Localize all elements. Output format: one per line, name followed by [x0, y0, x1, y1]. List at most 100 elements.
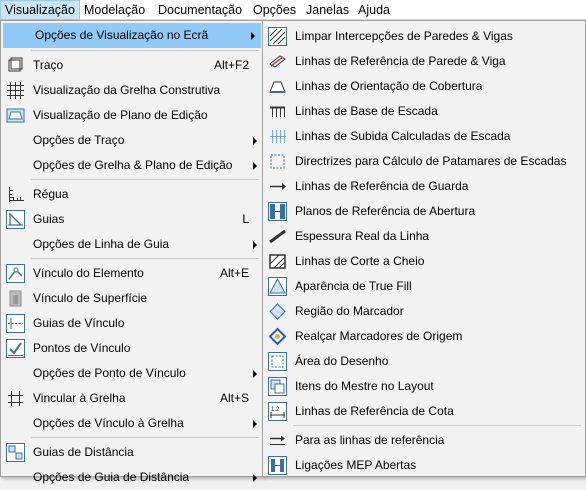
menu-item-label: Opções de Ponto de Vínculo — [33, 366, 186, 380]
menu-item-snap-points[interactable]: Pontos de Vínculo — [1, 336, 263, 361]
submenu-item-landing-guidelines[interactable]: Directrizes para Cálculo de Patamares de… — [263, 149, 585, 174]
menu-item-label: Vínculo de Superfície — [33, 291, 148, 305]
menu-item-label: Traço — [33, 58, 64, 72]
menu-item-snap-point-options[interactable]: Opções de Ponto de Vínculo — [1, 361, 263, 386]
menu-item-guide-line-options[interactable]: Opções de Linha de Guia — [1, 232, 263, 257]
shortcut-label: Alt+F2 — [213, 58, 249, 72]
menu-item-edit-plane[interactable]: Visualização de Plano de Edição — [1, 103, 263, 128]
open-mep-connections-icon — [268, 456, 287, 475]
menu-item-guides[interactable]: Guias L — [1, 207, 263, 232]
menu-item-trace-options[interactable]: Opções de Traço — [1, 128, 263, 153]
menu-item-label: Visualização de Plano de Edição — [33, 108, 208, 122]
submenu-item-highlight-source-markers[interactable]: Realçar Marcadores de Origem — [263, 324, 585, 349]
roof-pivot-lines-icon — [268, 77, 287, 96]
menu-item-grid-edit-plane-options[interactable]: Opções de Grelha & Plano de Edição — [1, 153, 263, 178]
submenu-arrow-icon — [253, 241, 257, 249]
submenu-item-master-items-on-layout[interactable]: Itens do Mestre no Layout — [263, 374, 585, 399]
ruler-icon — [6, 185, 25, 204]
element-snap-icon — [6, 264, 25, 283]
menu-item-on-screen-view-options[interactable]: Opções de Visualização no Ecrã — [3, 23, 261, 48]
menu-item-label: Realçar Marcadores de Origem — [295, 329, 463, 343]
submenu-arrow-icon — [253, 162, 257, 170]
submenu-item-to-reference-lines[interactable]: Para as linhas de referência — [263, 428, 585, 453]
submenu-item-opening-reference-planes[interactable]: Planos de Referência de Abertura — [263, 199, 585, 224]
menu-item-label: Espessura Real da Linha — [295, 229, 430, 243]
menubar-modelacao[interactable]: Modelação — [80, 0, 149, 20]
menu-item-construction-grid[interactable]: Visualização da Grelha Construtiva — [1, 78, 263, 103]
menu-item-label: Opções de Traço — [33, 133, 125, 147]
menu-item-label: Linhas de Orientação de Cobertura — [295, 79, 483, 93]
menu-item-surface-snap[interactable]: Vínculo de Superfície — [1, 286, 263, 311]
drawing-frame-icon — [268, 352, 287, 371]
snap-guides-icon — [6, 314, 25, 333]
menubar-visualizacao[interactable]: Visualização — [0, 0, 80, 20]
submenu-arrow-icon — [251, 32, 255, 40]
svg-text:1.2: 1.2 — [271, 407, 280, 413]
snap-grid-icon — [6, 389, 25, 408]
separator — [31, 258, 259, 259]
bold-cut-lines-icon — [268, 252, 287, 271]
submenu-item-stair-walking-lines[interactable]: Linhas de Subida Calculadas de Escada — [263, 124, 585, 149]
menu-item-label: Opções de Visualização no Ecrã — [35, 28, 209, 42]
menu-item-ruler[interactable]: Régua — [1, 182, 263, 207]
dimension-reference-icon: 1.2 — [268, 402, 287, 421]
stair-baseline-icon — [268, 102, 287, 121]
submenu-item-wall-beam-reference-lines[interactable]: Linhas de Referência de Parede & Viga — [263, 49, 585, 74]
menu-item-distance-guide-options[interactable]: Opções de Guia de Distância — [1, 465, 263, 490]
menu-item-label: Guias de Distância — [33, 445, 134, 459]
master-items-icon — [268, 377, 287, 396]
menubar-opcoes[interactable]: Opções — [249, 0, 300, 20]
submenu-item-stair-baselines[interactable]: Linhas de Base de Escada — [263, 99, 585, 124]
menu-item-label: Opções de Vínculo à Grelha — [33, 416, 184, 430]
marker-range-icon — [268, 302, 287, 321]
submenu-item-clean-intersections[interactable]: Limpar Intercepções de Paredes & Vigas — [263, 24, 585, 49]
submenu-arrow-icon — [253, 420, 257, 428]
menu-item-label: Linhas de Corte a Cheio — [295, 254, 425, 268]
trace-icon — [6, 56, 25, 75]
highlight-source-markers-icon — [268, 327, 287, 346]
submenu-arrow-icon — [253, 474, 257, 482]
menubar-documentacao[interactable]: Documentação — [154, 0, 246, 20]
menu-item-label: Para as linhas de referência — [295, 433, 445, 447]
menu-item-snap-grid-options[interactable]: Opções de Vínculo à Grelha — [1, 411, 263, 436]
menu-item-label: Linhas de Referência de Parede & Viga — [295, 54, 506, 68]
menu-item-label: Limpar Intercepções de Paredes & Vigas — [295, 29, 513, 43]
submenu-item-bold-cut-lines[interactable]: Linhas de Corte a Cheio — [263, 249, 585, 274]
clean-intersections-icon — [268, 27, 287, 46]
submenu-arrow-icon — [253, 137, 257, 145]
menu-item-distance-guides[interactable]: Guias de Distância — [1, 440, 263, 465]
to-reference-lines-icon — [268, 431, 287, 450]
menu-item-label: Régua — [33, 187, 69, 201]
menu-item-label: Linhas de Base de Escada — [295, 104, 438, 118]
guides-icon — [6, 210, 25, 229]
submenu-item-true-line-weight[interactable]: Espessura Real da Linha — [263, 224, 585, 249]
submenu-item-railing-reference-lines[interactable]: Linhas de Referência de Guarda — [263, 174, 585, 199]
menu-item-trace[interactable]: Traço Alt+F2 — [1, 53, 263, 78]
menubar-ajuda[interactable]: Ajuda — [354, 0, 394, 20]
submenu-item-true-fill[interactable]: Aparência de True Fill — [263, 274, 585, 299]
true-fill-icon — [268, 277, 287, 296]
railing-reference-icon — [268, 177, 287, 196]
menu-item-element-snap[interactable]: Vínculo do Elemento Alt+E — [1, 261, 263, 286]
menu-item-label: Pontos de Vínculo — [33, 341, 131, 355]
snap-points-icon — [6, 339, 25, 358]
menu-item-label: Opções de Guia de Distância — [33, 470, 190, 484]
submenu-item-open-mep-connections[interactable]: Ligações MEP Abertas — [263, 453, 585, 478]
submenu-item-dimension-reference-lines[interactable]: 1.2 Linhas de Referência de Cota — [263, 399, 585, 424]
wall-reference-line-icon — [268, 52, 287, 71]
stair-walking-line-icon — [268, 127, 287, 146]
menu-item-label: Guias — [33, 212, 65, 226]
menu-item-label: Vínculo do Elemento — [33, 266, 144, 280]
menubar-janelas[interactable]: Janelas — [302, 0, 353, 20]
menu-item-label: Linhas de Referência de Guarda — [295, 179, 469, 193]
on-screen-view-options-submenu: Limpar Intercepções de Paredes & Vigas L… — [262, 20, 586, 477]
submenu-item-marker-range[interactable]: Região do Marcador — [263, 299, 585, 324]
submenu-item-roof-pivot-lines[interactable]: Linhas de Orientação de Cobertura — [263, 74, 585, 99]
separator — [31, 437, 259, 438]
menu-item-snap-to-grid[interactable]: Vincular à Grelha Alt+S — [1, 386, 263, 411]
menu-item-label: Vincular à Grelha — [33, 391, 126, 405]
menu-item-snap-guides[interactable]: Guias de Vínculo — [1, 311, 263, 336]
submenu-item-drawing-frame[interactable]: Área do Desenho — [263, 349, 585, 374]
menu-item-label: Região do Marcador — [295, 304, 404, 318]
grid-icon — [6, 81, 25, 100]
